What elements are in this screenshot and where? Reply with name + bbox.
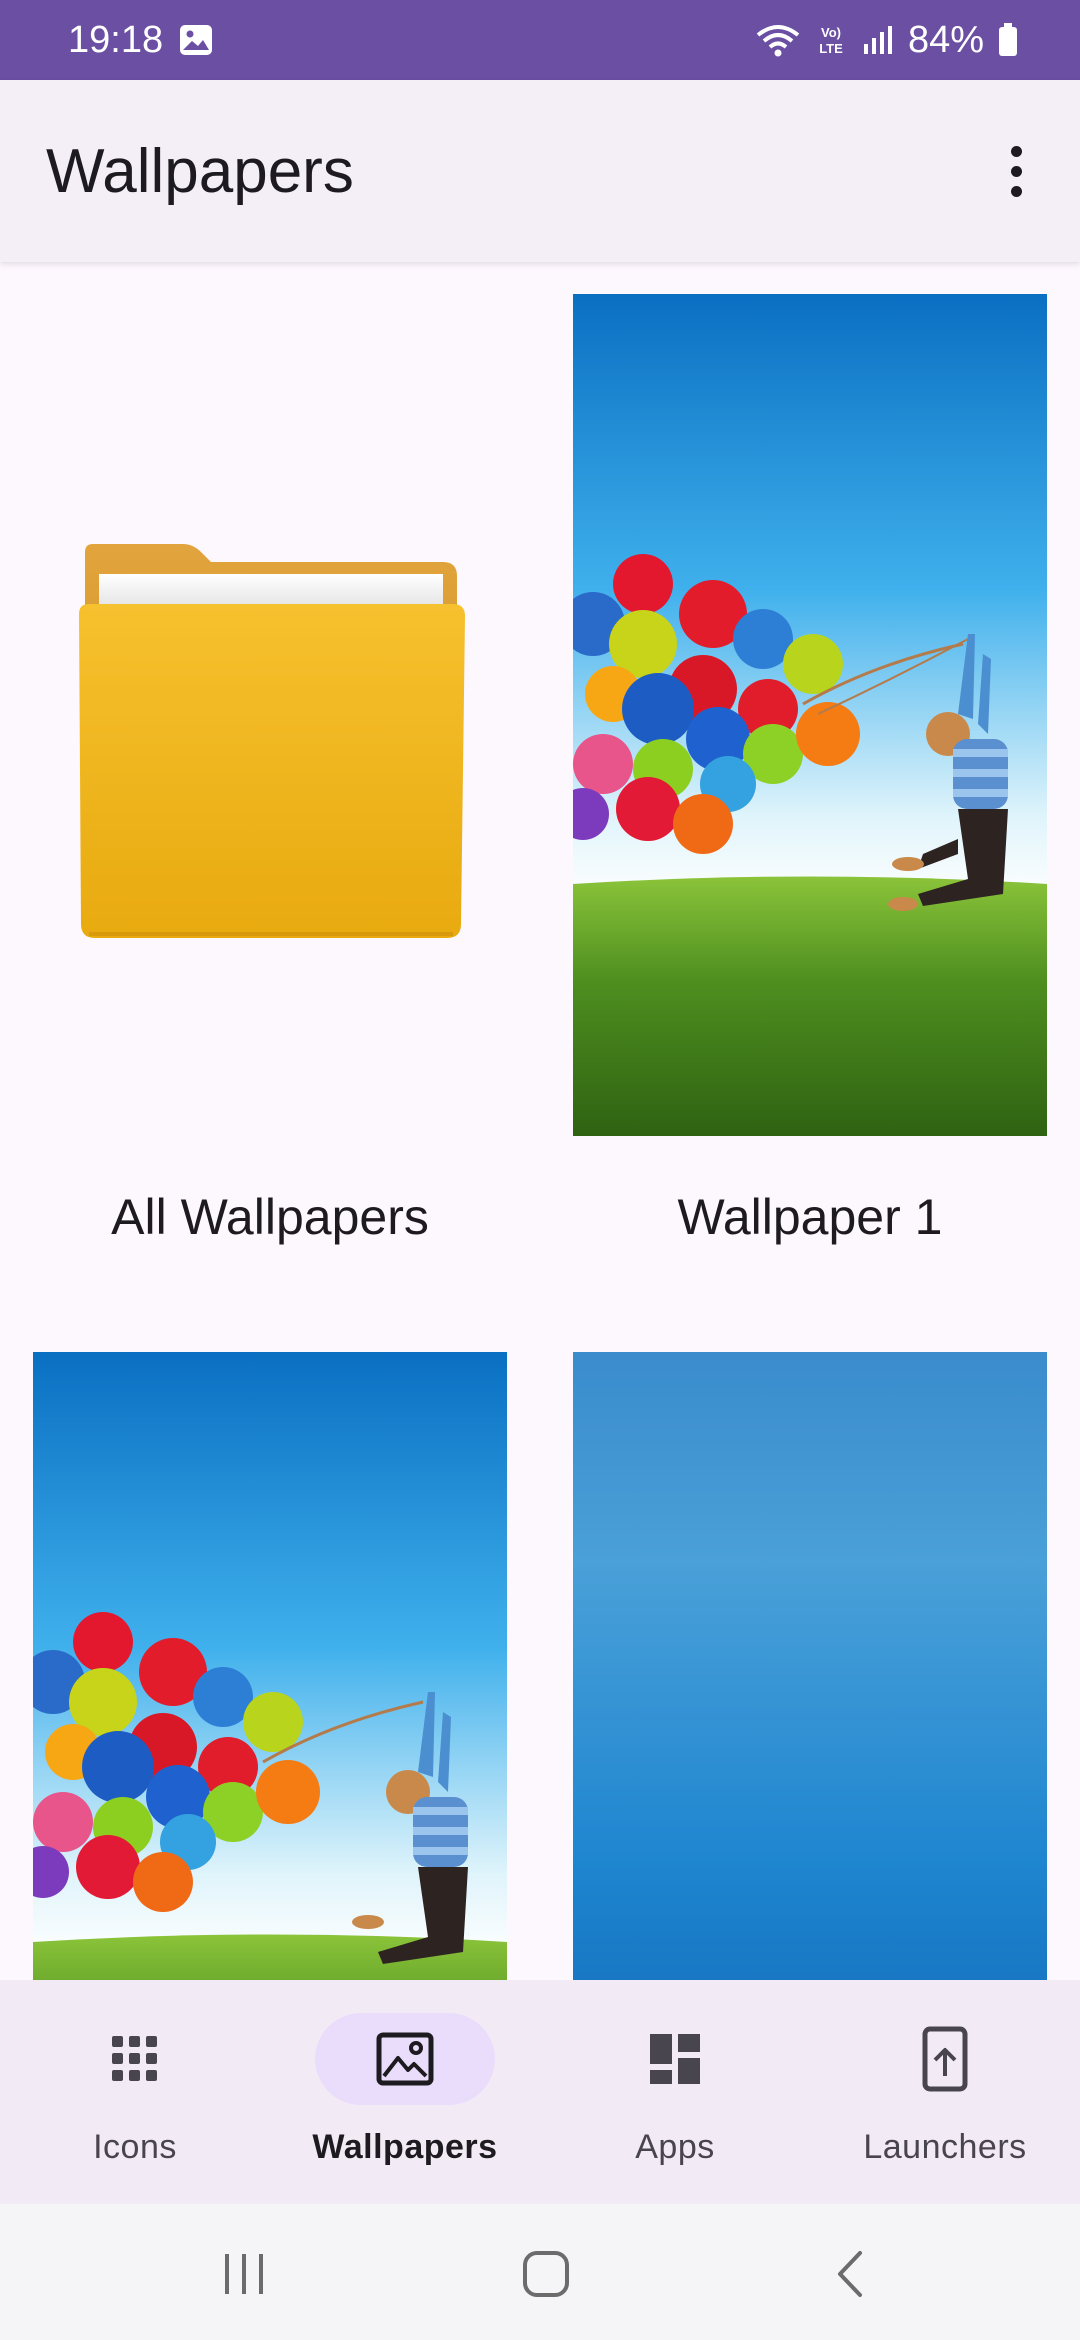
wallpaper-grid: All Wallpapers Wallpaper 1: [0, 262, 1080, 1980]
nav-item-apps[interactable]: Apps: [540, 1980, 810, 2204]
wallpaper-thumbnail: [573, 294, 1047, 1136]
nav-pill: [45, 2013, 225, 2105]
wallpaper-thumbnail: [573, 1352, 1047, 1980]
folder-icon: [33, 294, 507, 1136]
grid-item-label: Wallpaper 1: [677, 1189, 943, 1245]
status-time: 19:18: [68, 18, 164, 61]
dashboard-icon: [650, 2034, 700, 2084]
page-title: Wallpapers: [46, 136, 354, 206]
nav-pill-active: [315, 2013, 495, 2105]
grid-item-wallpaper-1[interactable]: Wallpaper 1: [540, 262, 1080, 1352]
svg-text:Vo): Vo): [821, 25, 841, 40]
nav-item-icons[interactable]: Icons: [0, 1980, 270, 2204]
signal-icon: [862, 24, 894, 56]
nav-label: Apps: [635, 2128, 715, 2166]
battery-percent: 84%: [907, 18, 984, 61]
grid-item-all-wallpapers[interactable]: All Wallpapers: [0, 262, 540, 1352]
nav-item-wallpapers[interactable]: Wallpapers: [270, 1980, 540, 2204]
wifi-icon: [756, 23, 800, 57]
home-icon[interactable]: [516, 2244, 576, 2304]
nav-label: Icons: [93, 2128, 177, 2166]
nav-pill: [855, 2013, 1035, 2105]
more-vert-icon: [1010, 145, 1022, 157]
volte-icon: Vo) LTE: [814, 23, 848, 57]
status-bar: 19:18 Vo) LTE 84%: [0, 0, 1080, 80]
more-options-button[interactable]: [988, 131, 1044, 211]
install-mobile-icon: [922, 2026, 968, 2092]
image-icon: [376, 2032, 434, 2086]
grid-item-label: All Wallpapers: [111, 1189, 429, 1245]
image-notification-icon: [179, 24, 213, 56]
back-icon[interactable]: [820, 2244, 880, 2304]
svg-text:LTE: LTE: [819, 41, 843, 56]
grid-item-wallpaper-2[interactable]: [0, 1352, 540, 1980]
nav-label: Launchers: [863, 2128, 1027, 2166]
nav-pill: [585, 2013, 765, 2105]
more-vert-icon-dot: [1010, 185, 1022, 197]
app-bar: Wallpapers: [0, 80, 1080, 262]
bottom-navigation: Icons Wallpapers Apps Launchers: [0, 1980, 1080, 2204]
status-right: Vo) LTE 84%: [756, 19, 1018, 62]
grid-item-wallpaper-3[interactable]: [540, 1352, 1080, 1980]
nav-item-launchers[interactable]: Launchers: [810, 1980, 1080, 2204]
more-vert-icon-dot: [1010, 165, 1022, 177]
system-navigation-bar: [0, 2204, 1080, 2340]
wallpaper-thumbnail: [33, 1352, 507, 1980]
status-left: 19:18: [68, 19, 213, 62]
apps-grid-icon: [112, 2036, 157, 2081]
nav-label: Wallpapers: [312, 2128, 498, 2166]
recents-icon[interactable]: [214, 2244, 274, 2304]
battery-icon: [998, 23, 1018, 57]
